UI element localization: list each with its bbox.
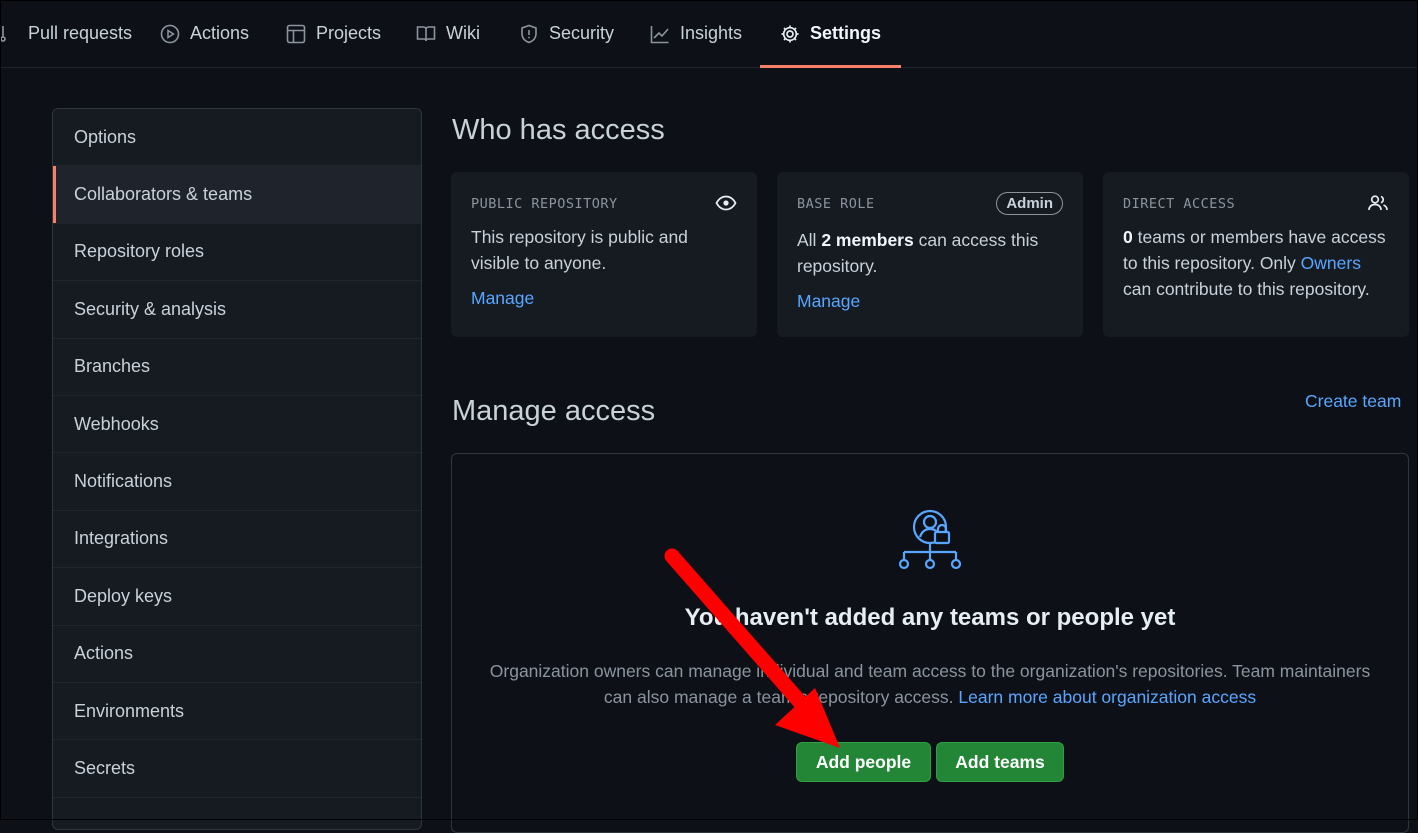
sidebar-item-branches[interactable]: Branches: [53, 338, 421, 396]
card-text: This repository is public and visible to…: [471, 227, 688, 273]
sidebar-item-actions[interactable]: Actions: [53, 625, 421, 683]
card-label: DIRECT ACCESS: [1123, 196, 1236, 212]
graph-icon: [650, 25, 669, 43]
sidebar-item-label: Branches: [74, 356, 151, 377]
tab-label: Insights: [680, 23, 743, 43]
sidebar-item-label: Collaborators & teams: [74, 184, 253, 205]
tab-label: Wiki: [446, 23, 480, 43]
tab-wiki[interactable]: Wiki: [416, 0, 480, 67]
manage-link[interactable]: Manage: [797, 291, 1063, 312]
settings-sidebar: Options Collaborators & teams Repository…: [52, 108, 422, 830]
org-access-icon: [898, 509, 962, 570]
sidebar-item-label: Notifications: [74, 471, 173, 492]
tab-security[interactable]: Security: [519, 0, 614, 67]
member-count: 2 members: [821, 230, 914, 250]
sidebar-item-label: Webhooks: [74, 413, 159, 434]
tab-pull-requests[interactable]: Pull requests: [0, 0, 132, 67]
add-people-button[interactable]: Add people: [796, 742, 931, 782]
tab-projects[interactable]: Projects: [286, 0, 381, 67]
sidebar-item-label: Options: [74, 126, 137, 147]
tab-settings[interactable]: Settings: [759, 0, 902, 68]
sidebar-item-options[interactable]: Options: [53, 109, 421, 167]
role-badge: Admin: [996, 192, 1063, 215]
public-repository-card: PUBLIC REPOSITORY This repository is pub…: [451, 172, 757, 337]
sidebar-item-notifications[interactable]: Notifications: [53, 453, 421, 511]
sidebar-item-label: Environments: [74, 700, 185, 721]
tab-label: Security: [549, 23, 615, 43]
repo-tab-nav: Pull requests Actions Projects Wiki Secu…: [0, 0, 1418, 68]
card-text: All 2 members can access this repository…: [797, 227, 1063, 279]
card-label: PUBLIC REPOSITORY: [471, 196, 618, 212]
sidebar-item-repository-roles[interactable]: Repository roles: [53, 223, 421, 282]
who-has-access-heading: Who has access: [452, 114, 665, 146]
owners-link[interactable]: Owners: [1301, 253, 1361, 273]
tab-insights[interactable]: Insights: [650, 0, 742, 67]
manage-link[interactable]: Manage: [471, 288, 737, 309]
tab-label: Projects: [316, 23, 382, 43]
tab-actions[interactable]: Actions: [160, 0, 249, 67]
direct-access-card: DIRECT ACCESS 0 teams or members have ac…: [1103, 172, 1409, 337]
add-teams-button[interactable]: Add teams: [936, 742, 1064, 782]
sidebar-item-label: Integrations: [74, 528, 169, 549]
sidebar-item-security-analysis[interactable]: Security & analysis: [53, 281, 421, 339]
sidebar-item-label: Secrets: [74, 757, 136, 778]
card-text: 0 teams or members have access to this r…: [1123, 224, 1389, 302]
manage-access-heading: Manage access: [452, 395, 656, 427]
direct-count: 0: [1123, 227, 1133, 247]
table-icon: [286, 24, 306, 43]
eye-icon: [715, 195, 737, 211]
sidebar-item-label: Security & analysis: [74, 298, 227, 319]
sidebar-item-secrets[interactable]: Secrets: [53, 740, 421, 798]
card-text-pre: All: [797, 230, 822, 250]
sidebar-item-integrations[interactable]: Integrations: [53, 510, 421, 569]
tab-label: Pull requests: [28, 23, 133, 43]
tab-label: Actions: [190, 23, 250, 43]
card-text-post: can contribute to this repository.: [1123, 279, 1370, 299]
base-role-card: BASE ROLE Admin All 2 members can access…: [777, 172, 1083, 337]
tab-label: Settings: [810, 23, 882, 43]
empty-state-title: You haven't added any teams or people ye…: [684, 604, 1176, 631]
book-icon: [416, 25, 436, 41]
play-icon: [160, 24, 180, 43]
sidebar-item-label: Repository roles: [74, 241, 205, 262]
shield-icon: [521, 24, 537, 43]
sidebar-item-collaborators-teams[interactable]: Collaborators & teams: [53, 166, 421, 224]
people-icon: [1368, 195, 1388, 211]
sidebar-item-environments[interactable]: Environments: [53, 682, 421, 741]
sidebar-item-deploy-keys[interactable]: Deploy keys: [53, 568, 421, 626]
sidebar-item-label: Deploy keys: [74, 585, 173, 606]
gear-icon: [781, 25, 799, 42]
sidebar-item-webhooks[interactable]: Webhooks: [53, 395, 421, 454]
empty-state-description: Organization owners can manage individua…: [480, 658, 1380, 710]
sidebar-item-label: Actions: [74, 643, 134, 664]
pull-request-icon: [0, 25, 6, 42]
create-team-link[interactable]: Create team: [1305, 391, 1401, 412]
learn-more-link[interactable]: Learn more about organization access: [958, 687, 1256, 707]
